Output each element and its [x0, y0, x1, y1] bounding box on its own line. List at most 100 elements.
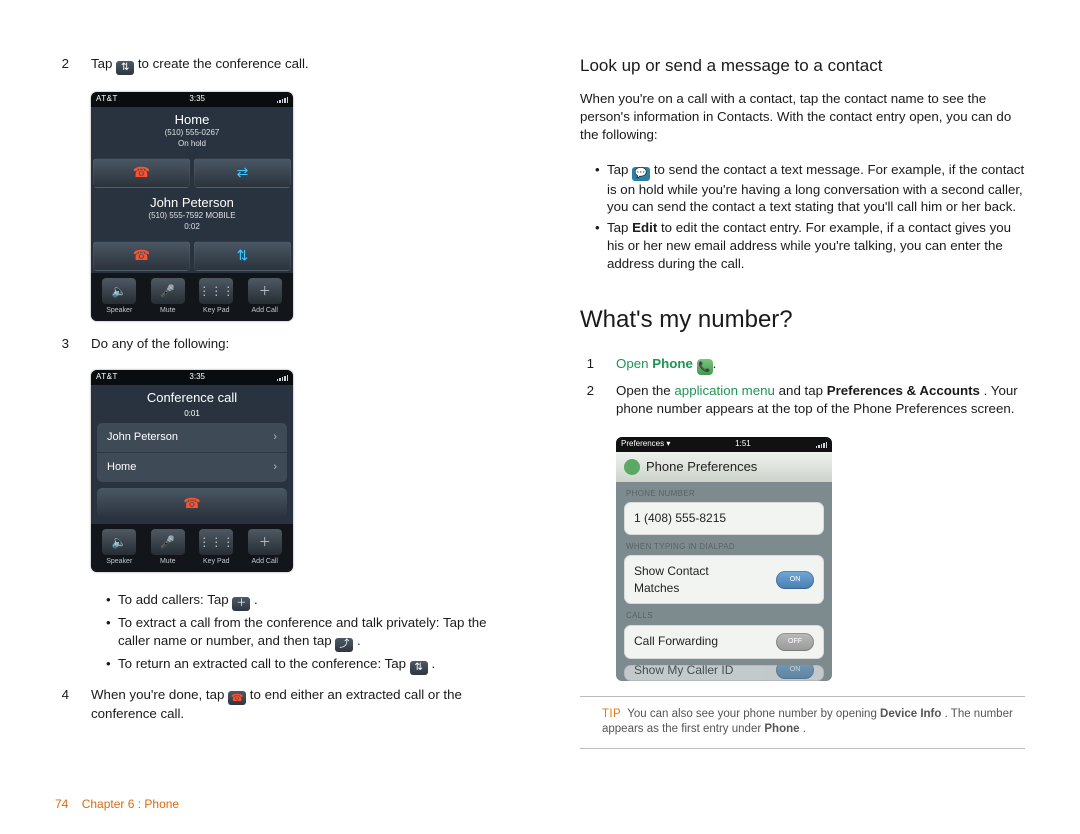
step-4: 4 When you're done, tap ☎ to end either …: [55, 686, 495, 724]
mute-button[interactable]: 🎤Mute: [144, 278, 193, 315]
btn-label: Speaker: [106, 557, 132, 566]
screen-header: Phone Preferences: [616, 452, 832, 482]
end-call-icon: ☎: [228, 691, 246, 705]
status-bar: AT&T 3:35: [91, 92, 293, 107]
toggle-on[interactable]: ON: [776, 665, 814, 680]
participant-row[interactable]: John Peterson ›: [97, 423, 287, 453]
b1-post: .: [254, 592, 258, 607]
caller-number: (510) 555-0267: [91, 128, 293, 139]
s2-bold: Preferences & Accounts: [827, 383, 980, 398]
tip-bold2: Phone: [764, 723, 799, 735]
chevron-right-icon: ›: [273, 460, 277, 475]
step-body: Open the application menu and tap Prefer…: [616, 382, 1025, 418]
end-call-2-button[interactable]: ☎: [93, 241, 190, 271]
toggle-off[interactable]: OFF: [776, 633, 814, 651]
mute-icon: 🎤: [151, 529, 185, 555]
b3-pre: To return an extracted call to the confe…: [118, 656, 410, 671]
toggle-on[interactable]: ON: [776, 571, 814, 589]
carrier-label: AT&T: [96, 372, 118, 383]
signal-icon: [277, 96, 289, 103]
step4-pre: When you're done, tap: [91, 687, 228, 702]
signal-icon: [816, 441, 828, 448]
add-call-button[interactable]: ＋ Add Call: [241, 278, 290, 315]
mute-button[interactable]: 🎤Mute: [144, 529, 193, 566]
btn-label: Add Call: [252, 557, 278, 566]
application-menu-link[interactable]: application menu: [674, 383, 775, 398]
participant-row[interactable]: Home ›: [97, 453, 287, 482]
add-call-button[interactable]: ＋Add Call: [241, 529, 290, 566]
keypad-button[interactable]: ⋮⋮⋮ Key Pad: [192, 529, 241, 566]
add-call-icon: ＋: [248, 278, 282, 304]
b2-pre: Tap: [607, 220, 632, 235]
menu-text: Preferences: [621, 439, 664, 448]
show-contact-matches-row[interactable]: Show Contact Matches ON: [624, 555, 824, 603]
list-item: Tap 💬 to send the contact a text message…: [595, 161, 1025, 217]
call-toolbar: 🔈Speaker 🎤Mute ⋮⋮⋮Key Pad ＋ Add Call: [91, 273, 293, 321]
step-body: When you're done, tap ☎ to end either an…: [91, 686, 495, 724]
section-label: PHONE NUMBER: [616, 482, 832, 503]
step-body: Open Phone 📞.: [616, 355, 1025, 376]
tip-post: .: [803, 723, 806, 735]
page-footer: 74 Chapter 6 : Phone: [55, 796, 179, 812]
end-call-icon: ☎: [183, 494, 200, 513]
s2-mid: and tap: [779, 383, 827, 398]
list-item: To add callers: Tap ＋ .: [106, 591, 495, 611]
step-body: Tap ⇅ to create the conference call.: [91, 55, 495, 75]
open-link[interactable]: Open Phone: [616, 356, 693, 371]
b1-pre: To add callers: Tap: [118, 592, 232, 607]
speaker-button[interactable]: 🔈Speaker: [95, 278, 144, 315]
end-conference-button[interactable]: ☎: [97, 488, 287, 518]
show-caller-id-row[interactable]: Show My Caller ID ON: [624, 665, 824, 681]
caller-name: Home: [91, 111, 293, 129]
call-info-2: John Peterson (510) 555-7592 MOBILE 0:02: [91, 190, 293, 239]
row-label: Call Forwarding: [634, 633, 718, 649]
call2-actions: ☎ ⇅: [91, 239, 293, 273]
keypad-icon: ⋮⋮⋮: [199, 529, 233, 555]
chapter-label: Chapter 6 : Phone: [82, 797, 179, 811]
phone-screenshot-two-calls: AT&T 3:35 Home (510) 555-0267 On hold ☎ …: [91, 92, 293, 322]
step2-text-post: to create the conference call.: [138, 56, 309, 71]
chevron-right-icon: ›: [273, 430, 277, 445]
b2-post: .: [357, 633, 361, 648]
carrier-label: AT&T: [96, 94, 118, 105]
merge-calls-icon: ⇅: [410, 661, 428, 675]
merge-calls-button[interactable]: ⇅: [194, 241, 291, 271]
speaker-icon: 🔈: [102, 529, 136, 555]
step-2: 2 Tap ⇅ to create the conference call.: [55, 55, 495, 75]
menu-label[interactable]: Preferences ▾: [621, 439, 670, 450]
call-forwarding-row[interactable]: Call Forwarding OFF: [624, 625, 824, 659]
left-column: 2 Tap ⇅ to create the conference call. A…: [55, 55, 495, 804]
contact-actions-list: Tap 💬 to send the contact a text message…: [580, 161, 1025, 276]
s2-pre: Open the: [616, 383, 674, 398]
swap-icon: ⇄: [237, 163, 249, 182]
btn-label: Add Call: [252, 306, 278, 315]
section-title: What's my number?: [580, 304, 1025, 336]
row-label: Show Contact Matches: [634, 563, 744, 595]
swap-calls-button[interactable]: ⇄: [194, 158, 291, 188]
btn-label: Key Pad: [203, 557, 229, 566]
tip-bold1: Device Info: [880, 708, 941, 720]
b1-pre: Tap: [607, 162, 632, 177]
list-item: To return an extracted call to the confe…: [106, 655, 495, 675]
intro-paragraph: When you're on a call with a contact, ta…: [580, 90, 1025, 144]
clock-label: 3:35: [189, 372, 205, 383]
caller-status: On hold: [91, 139, 293, 150]
btn-label: Speaker: [106, 306, 132, 315]
end-call-1-button[interactable]: ☎: [93, 158, 190, 188]
s1-post: .: [713, 356, 717, 371]
clock-label: 1:51: [735, 439, 751, 450]
step2-text-pre: Tap: [91, 56, 116, 71]
step-number: 1: [580, 355, 594, 376]
btn-label: Key Pad: [203, 306, 229, 315]
extract-call-icon: ⤴: [335, 638, 353, 652]
call1-actions: ☎ ⇄: [91, 156, 293, 190]
list-item: To extract a call from the conference an…: [106, 614, 495, 652]
btn-label: Mute: [160, 306, 176, 315]
participant-name: John Peterson: [107, 430, 178, 445]
phone-number-field: 1 (408) 555-8215: [624, 502, 824, 534]
speaker-button[interactable]: 🔈 Speaker: [95, 529, 144, 566]
keypad-button[interactable]: ⋮⋮⋮Key Pad: [192, 278, 241, 315]
section-label: CALLS: [616, 604, 832, 625]
step-number: 3: [55, 335, 69, 353]
phone-app-icon: [624, 459, 640, 475]
